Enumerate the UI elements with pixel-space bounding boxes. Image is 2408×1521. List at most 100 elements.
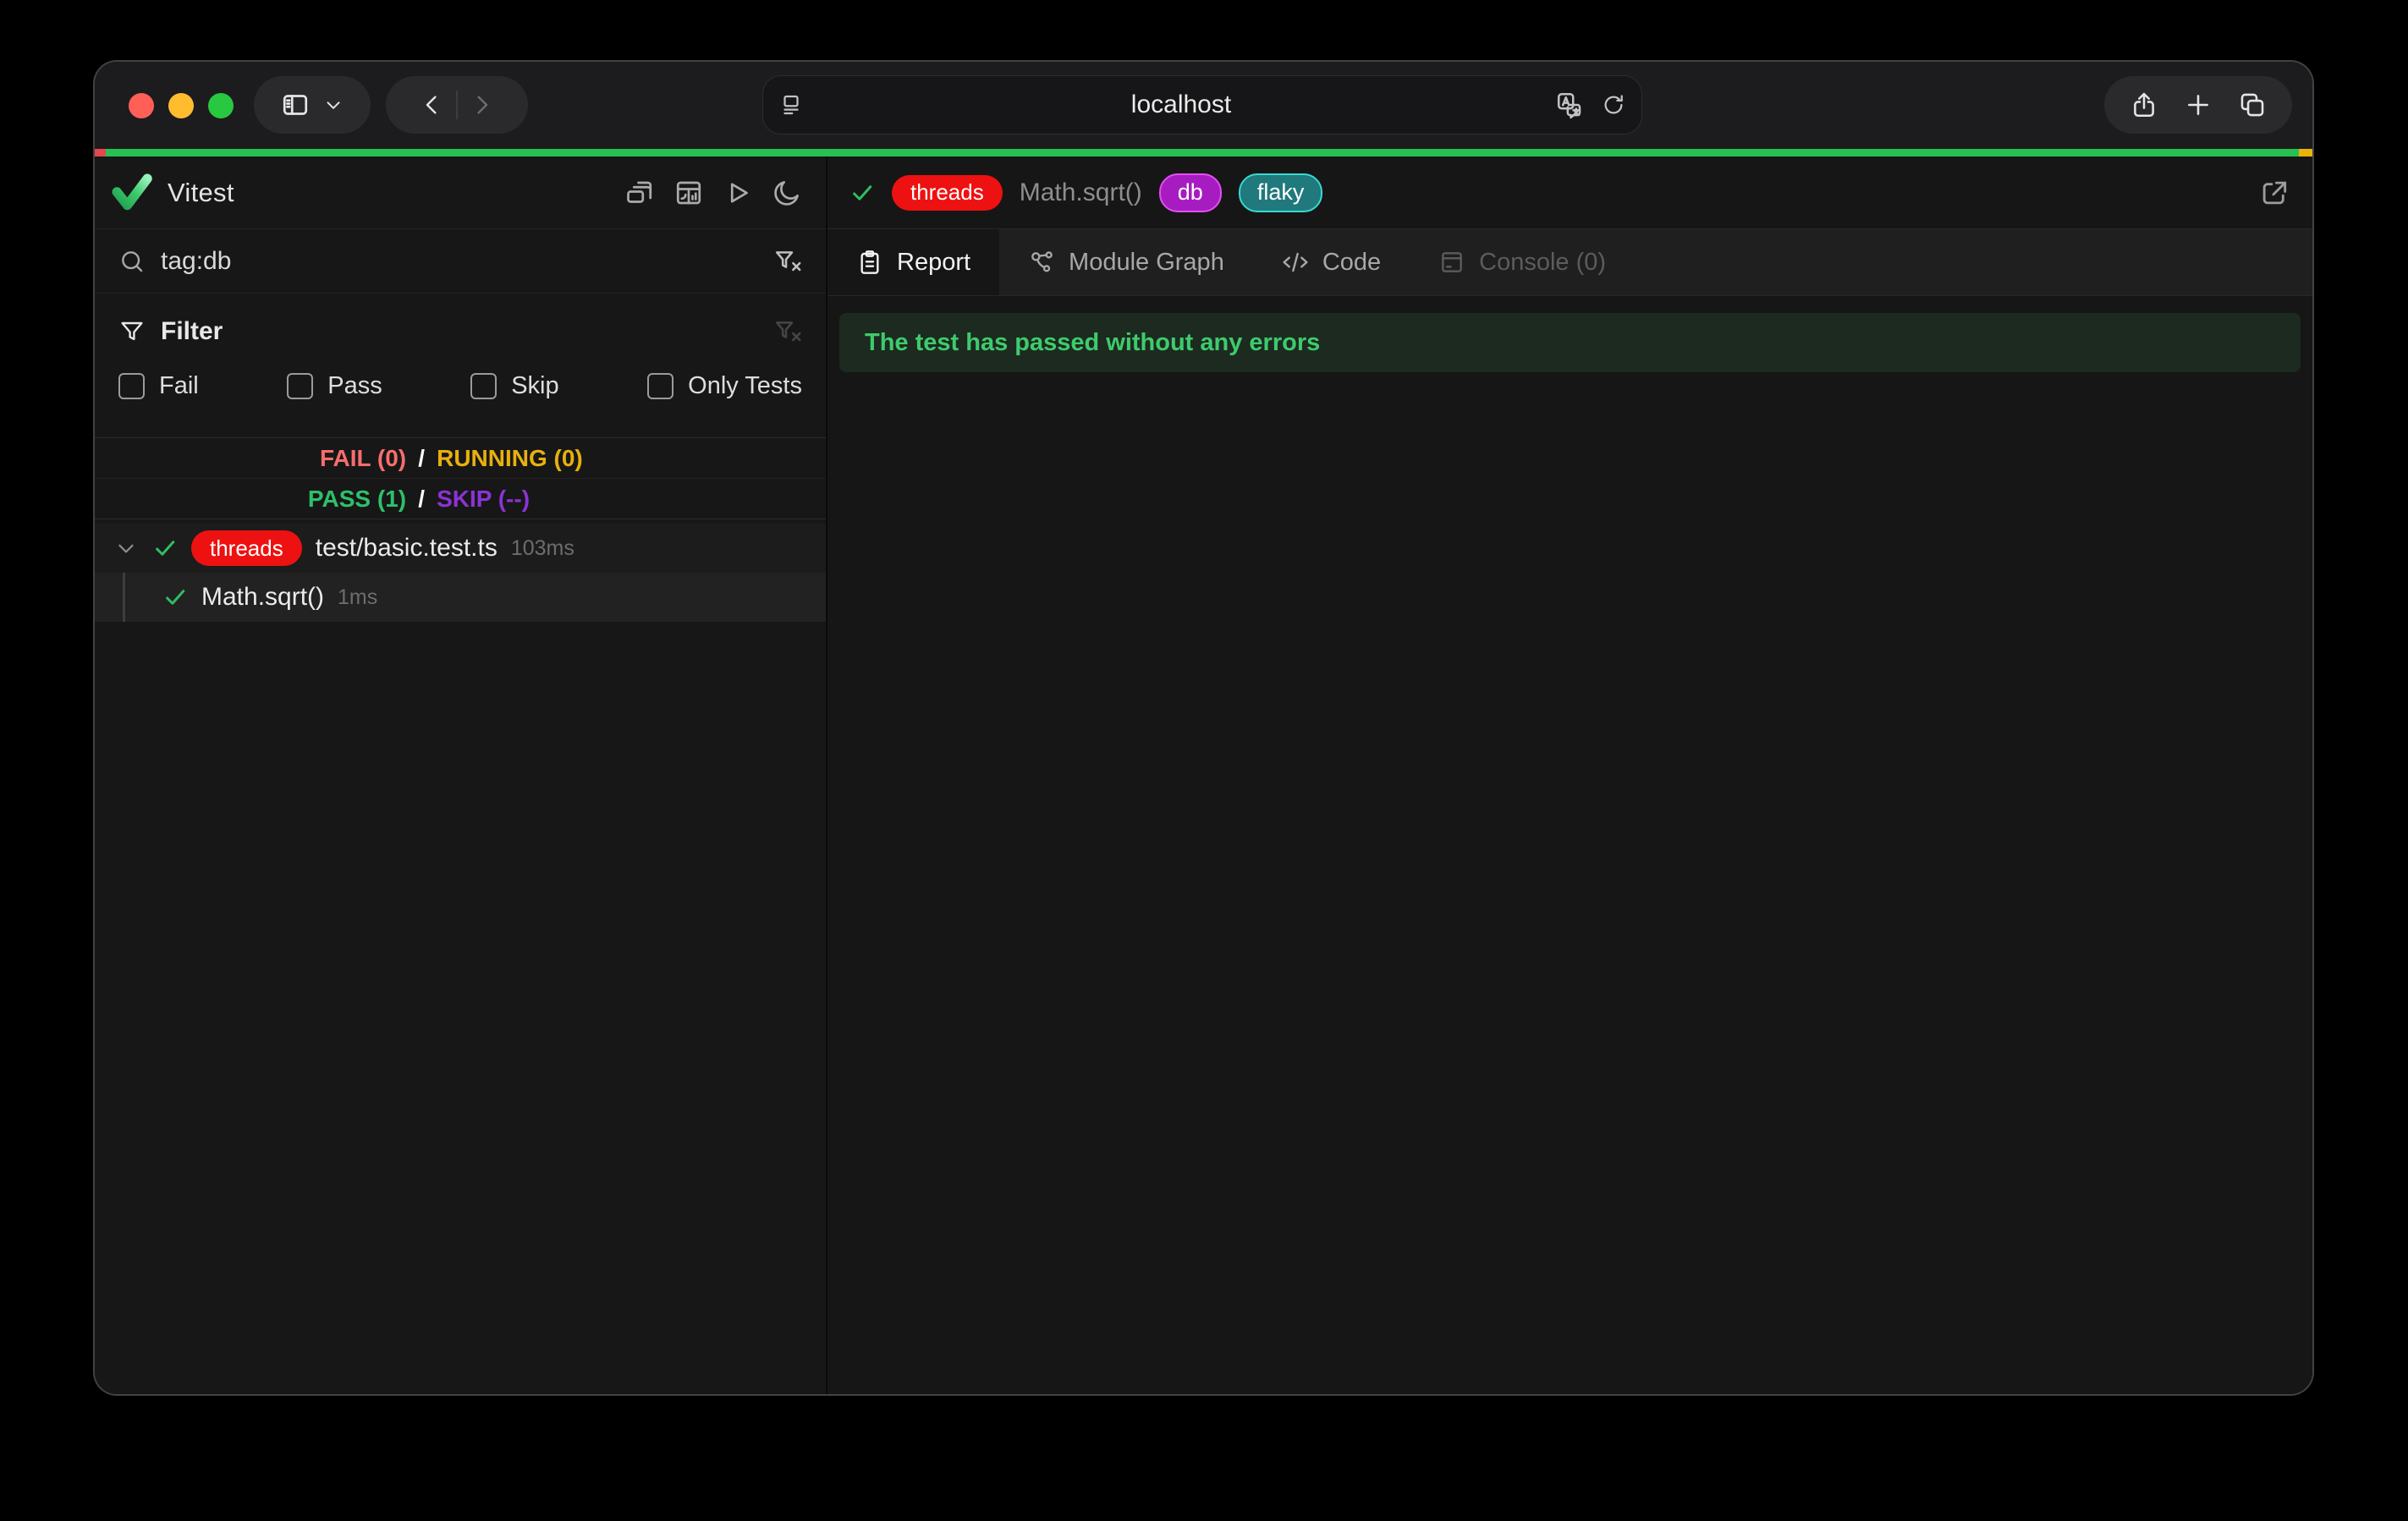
summary-running: RUNNING (0) [437, 445, 819, 472]
indent-guide [123, 573, 125, 622]
detail-tabs: Report Module Graph Code Console (0) [827, 228, 2312, 296]
share-icon[interactable] [2130, 91, 2158, 119]
filter-title: Filter [161, 317, 223, 346]
summary-skip: SKIP (--) [437, 486, 819, 513]
address-bar[interactable]: localhost [762, 75, 1642, 135]
test-file-duration: 103ms [511, 536, 575, 561]
test-file-name: test/basic.test.ts [316, 534, 498, 563]
filter-checkbox-only-tests[interactable]: Only Tests [647, 372, 802, 400]
search-bar [95, 229, 826, 294]
pool-badge: threads [892, 175, 1003, 211]
translate-icon[interactable] [1555, 91, 1584, 119]
test-progress-bar [95, 149, 2312, 156]
summary-fail: FAIL (0) [102, 445, 406, 472]
checkbox-label: Pass [327, 372, 382, 400]
chevron-down-icon[interactable] [322, 94, 344, 116]
forward-button[interactable] [468, 91, 495, 118]
open-in-editor-icon[interactable] [2258, 177, 2290, 209]
progress-pending-segment [2299, 149, 2312, 156]
tab-label: Report [897, 249, 970, 277]
test-case-name: Math.sqrt() [201, 583, 324, 612]
summary-separator: / [406, 445, 437, 472]
progress-fail-segment [95, 149, 106, 156]
browser-toolbar: localhost [95, 62, 2312, 149]
test-summary: FAIL (0) / RUNNING (0) PASS (1) / SKIP (… [95, 437, 826, 519]
tag-badge-db[interactable]: db [1159, 173, 1222, 212]
screen: localhost Vi [0, 0, 2408, 1521]
summary-pass: PASS (1) [102, 486, 406, 513]
tab-module-graph[interactable]: Module Graph [999, 229, 1253, 295]
collapse-tests-icon[interactable] [624, 178, 655, 208]
pool-badge: threads [191, 530, 302, 566]
detail-header: threads Math.sqrt() db flaky [827, 156, 2312, 228]
filter-checkbox-skip[interactable]: Skip [470, 372, 558, 400]
checkbox-label: Only Tests [688, 372, 802, 400]
progress-pass-segment [106, 149, 2299, 156]
dashboard-icon[interactable] [673, 178, 704, 208]
tag-badge-flaky[interactable]: flaky [1239, 173, 1323, 212]
checkbox-icon[interactable] [647, 373, 673, 399]
report-icon [856, 249, 883, 276]
reload-icon[interactable] [1601, 92, 1626, 118]
tab-console: Console (0) [1410, 229, 1635, 295]
test-case-duration: 1ms [338, 585, 377, 610]
rerun-all-icon[interactable] [723, 178, 753, 208]
tab-label: Console (0) [1479, 249, 1606, 277]
summary-row-1: FAIL (0) / RUNNING (0) [95, 438, 826, 478]
checkbox-icon[interactable] [470, 373, 497, 399]
pass-check-icon [152, 535, 178, 561]
reader-view-button[interactable] [778, 92, 829, 118]
app-title: Vitest [168, 178, 234, 208]
tab-label: Module Graph [1069, 249, 1224, 277]
toolbar-right-buttons [2104, 76, 2292, 134]
address-bar-actions [1533, 91, 1626, 119]
clear-search-filter-icon[interactable] [773, 247, 802, 276]
test-case-row-selected[interactable]: Math.sqrt() 1ms [95, 573, 826, 622]
sidebar: Vitest Filter [95, 156, 827, 1394]
theme-toggle-moon-icon[interactable] [772, 178, 802, 208]
url-text[interactable]: localhost [829, 91, 1533, 119]
sidebar-toggle-icon[interactable] [280, 90, 311, 120]
app-header: Vitest [95, 156, 826, 229]
browser-window: localhost Vi [95, 62, 2312, 1394]
tab-code[interactable]: Code [1253, 229, 1410, 295]
pass-banner: The test has passed without any errors [839, 313, 2301, 372]
filter-checkbox-pass[interactable]: Pass [287, 372, 382, 400]
checkbox-label: Skip [511, 372, 558, 400]
summary-row-2: PASS (1) / SKIP (--) [95, 478, 826, 519]
vitest-logo-icon [108, 170, 154, 216]
test-file-row[interactable]: threads test/basic.test.ts 103ms [95, 524, 826, 573]
tab-overview-icon[interactable] [2238, 91, 2267, 119]
filter-icon [118, 318, 146, 345]
detail-title: Math.sqrt() [1020, 178, 1142, 207]
tab-report[interactable]: Report [827, 229, 999, 295]
vitest-ui: Vitest Filter [95, 156, 2312, 1394]
checkbox-label: Fail [159, 372, 199, 400]
nav-buttons [386, 76, 528, 134]
back-button[interactable] [419, 91, 446, 118]
reader-view-icon [778, 92, 804, 118]
report-body: The test has passed without any errors [827, 296, 2312, 1394]
close-window-button[interactable] [129, 93, 154, 118]
checkbox-icon[interactable] [118, 373, 145, 399]
console-icon [1438, 249, 1465, 276]
filter-checkbox-fail[interactable]: Fail [118, 372, 199, 400]
checkbox-icon[interactable] [287, 373, 313, 399]
search-icon [118, 248, 146, 275]
module-graph-icon [1028, 249, 1055, 276]
nav-divider [456, 91, 458, 119]
code-icon [1282, 249, 1309, 276]
clear-filter-icon-disabled [773, 317, 802, 346]
zoom-window-button[interactable] [208, 93, 234, 118]
window-controls [129, 62, 234, 149]
filter-header: Filter [118, 310, 802, 353]
chevron-down-icon[interactable] [113, 535, 139, 561]
search-input[interactable] [161, 247, 758, 276]
new-tab-icon[interactable] [2184, 91, 2213, 119]
sidebar-toggle-group[interactable] [254, 76, 371, 134]
header-actions [624, 178, 802, 208]
test-tree: threads test/basic.test.ts 103ms Math.sq… [95, 524, 826, 622]
filter-options: Fail Pass Skip Only Tests [118, 363, 802, 409]
pass-check-icon [162, 585, 188, 610]
minimize-window-button[interactable] [168, 93, 194, 118]
